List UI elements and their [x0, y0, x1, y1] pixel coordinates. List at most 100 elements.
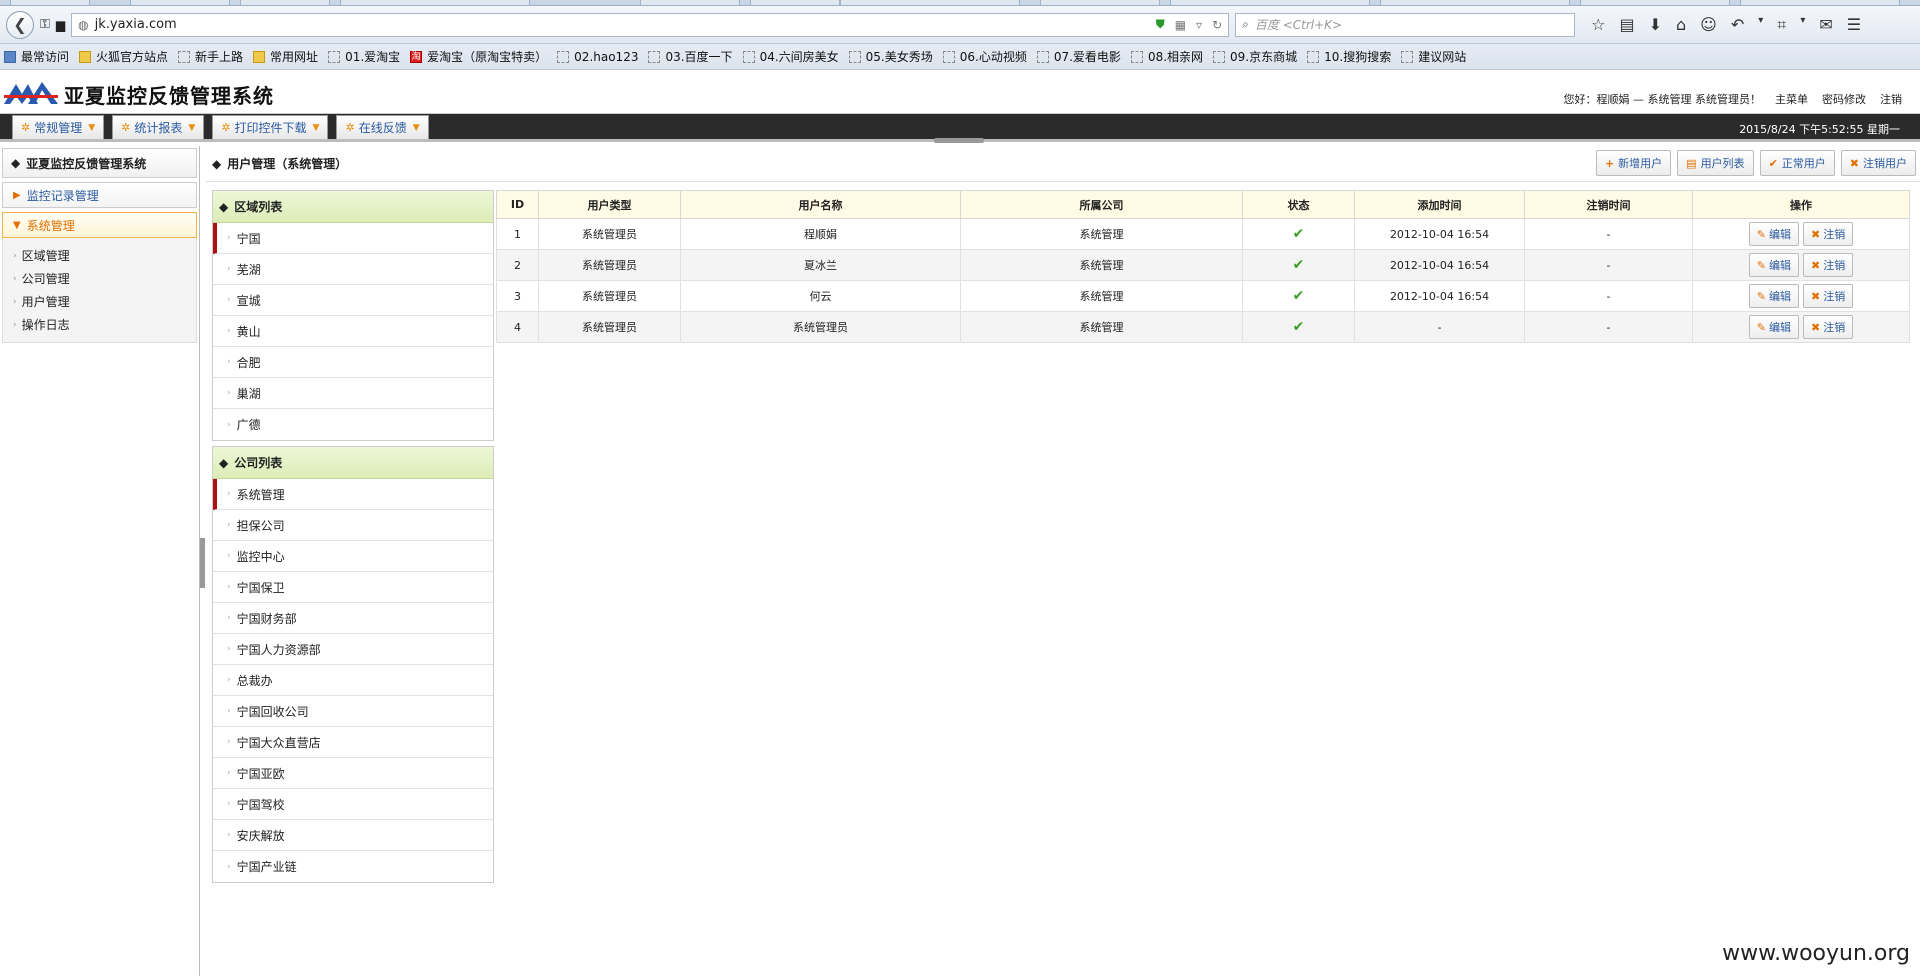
menu-general[interactable]: ✲ 常规管理 ▼: [12, 115, 105, 139]
browser-tab[interactable]: [1740, 0, 1900, 5]
browser-tab[interactable]: [340, 0, 530, 5]
bookmark-item[interactable]: 最常访问: [4, 48, 69, 65]
edit-button[interactable]: ✎ 编辑: [1748, 315, 1799, 339]
list-item[interactable]: › 宁国驾校: [213, 789, 493, 820]
menu-reports[interactable]: ✲ 统计报表 ▼: [112, 115, 205, 139]
list-item[interactable]: › 宁国人力资源部: [213, 634, 493, 665]
search-input[interactable]: ⌕ 百度 <Ctrl+K>: [1235, 12, 1576, 37]
list-item[interactable]: › 监控中心: [213, 541, 493, 572]
cancel-user-button[interactable]: ✖ 注销: [1803, 253, 1854, 277]
bookmark-item[interactable]: 05.美女秀场: [848, 48, 933, 65]
edit-button[interactable]: ✎ 编辑: [1748, 222, 1799, 246]
list-item[interactable]: › 宁国大众直营店: [213, 727, 493, 758]
horizontal-splitter-handle[interactable]: [934, 138, 984, 143]
table-row[interactable]: 4 系统管理员 系统管理员 系统管理 ✔ - - ✎ 编辑 ✖ 注销: [496, 311, 1910, 343]
sidebar-item[interactable]: › 用户管理: [3, 290, 196, 313]
list-item[interactable]: › 宁国保卫: [213, 572, 493, 603]
cancel-user-button[interactable]: ✖ 注销: [1803, 284, 1854, 308]
browser-tab[interactable]: [130, 0, 230, 5]
bookmark-item[interactable]: 08.相亲网: [1130, 48, 1203, 65]
browser-tab[interactable]: [1040, 0, 1160, 5]
list-item[interactable]: › 宁国产业链: [213, 851, 493, 882]
list-item[interactable]: › 宁国亚欧: [213, 758, 493, 789]
vertical-splitter-handle[interactable]: [200, 538, 205, 588]
list-item[interactable]: › 黄山: [213, 316, 493, 347]
list-item[interactable]: › 芜湖: [213, 254, 493, 285]
list-item[interactable]: › 担保公司: [213, 510, 493, 541]
bookmark-item[interactable]: 淘爱淘宝（原淘宝特卖）: [410, 48, 547, 65]
list-item[interactable]: › 宁国: [213, 223, 493, 254]
sidebar-group-system[interactable]: ▼ 系统管理: [2, 212, 197, 238]
bookmark-item[interactable]: 07.爱看电影: [1036, 48, 1121, 65]
star-icon[interactable]: ☆: [1591, 15, 1605, 35]
sidebar-item[interactable]: › 操作日志: [3, 313, 196, 336]
table-row[interactable]: 1 系统管理员 程顺娟 系统管理 ✔ 2012-10-04 16:54- ✎ 编辑 ✖ 注销: [496, 218, 1910, 250]
dropdown-icon[interactable]: ▿: [1196, 18, 1202, 32]
sidebar-item[interactable]: › 区域管理: [3, 244, 196, 267]
chevron-down-icon[interactable]: ▾: [1800, 15, 1805, 35]
reload-icon[interactable]: ↻: [1212, 18, 1222, 32]
bookmark-item[interactable]: 09.京东商城: [1213, 48, 1297, 65]
url-bar[interactable]: ◍ jk.yaxia.com ⛊ ▦ ▿ ↻: [71, 12, 1230, 37]
browser-tab[interactable]: [1580, 0, 1730, 5]
qr-icon[interactable]: ▦: [1175, 18, 1186, 32]
back-button[interactable]: ❮: [6, 10, 34, 39]
browser-tab[interactable]: [1170, 0, 1370, 5]
browser-tab[interactable]: [840, 0, 1020, 5]
crop-icon[interactable]: ⌗: [1777, 15, 1786, 35]
cancel-user-button[interactable]: ✖ 注销: [1803, 315, 1854, 339]
menu-print-control[interactable]: ✲ 打印控件下载 ▼: [212, 115, 329, 139]
table-row[interactable]: 2 系统管理员 夏冰兰 系统管理 ✔ 2012-10-04 16:54- ✎ 编辑 ✖ 注销: [496, 249, 1910, 281]
menu-feedback[interactable]: ✲ 在线反馈 ▼: [336, 115, 429, 139]
cancelled-users-button[interactable]: ✖ 注销用户: [1840, 150, 1916, 176]
list-item[interactable]: › 广德: [213, 409, 493, 440]
list-item[interactable]: › 安庆解放: [213, 820, 493, 851]
sidebar-group-monitoring[interactable]: ▶ 监控记录管理: [2, 182, 197, 208]
browser-tab[interactable]: [640, 0, 740, 5]
list-item[interactable]: › 巢湖: [213, 378, 493, 409]
browser-tab[interactable]: [10, 0, 90, 5]
bullet-icon: ◆: [219, 455, 229, 470]
bookmark-item[interactable]: 10.搜狗搜索: [1307, 48, 1391, 65]
table-row[interactable]: 3 系统管理员 何云 系统管理 ✔ 2012-10-04 16:54- ✎ 编辑 ✖ 注销: [496, 280, 1910, 312]
chevron-down-icon[interactable]: ▾: [1758, 15, 1763, 35]
bookmark-item[interactable]: 06.心动视频: [942, 48, 1027, 65]
reading-list-icon[interactable]: ▤: [1619, 15, 1634, 35]
main-menu-link[interactable]: 主菜单: [1775, 91, 1808, 107]
smiley-icon[interactable]: ☺: [1700, 15, 1717, 35]
bookmark-item[interactable]: 常用网址: [253, 48, 318, 65]
menu-icon[interactable]: ☰: [1847, 15, 1861, 35]
chat-icon[interactable]: ✉: [1819, 15, 1832, 35]
home-icon[interactable]: ⌂: [1676, 15, 1686, 35]
bookmark-item[interactable]: 01.爱淘宝: [328, 48, 400, 65]
undo-icon[interactable]: ↶: [1731, 15, 1744, 35]
download-icon[interactable]: ⬇: [1649, 15, 1662, 35]
logout-link[interactable]: 注销: [1880, 91, 1902, 107]
list-item[interactable]: › 宁国回收公司: [213, 696, 493, 727]
list-item[interactable]: › 宣城: [213, 285, 493, 316]
edit-button[interactable]: ✎ 编辑: [1748, 284, 1799, 308]
change-password-link[interactable]: 密码修改: [1822, 91, 1866, 107]
edit-button[interactable]: ✎ 编辑: [1748, 253, 1799, 277]
bookmark-item[interactable]: 火狐官方站点: [79, 48, 168, 65]
list-item[interactable]: › 宁国财务部: [213, 603, 493, 634]
url-text[interactable]: jk.yaxia.com: [95, 17, 1146, 32]
user-list-button[interactable]: ▤ 用户列表: [1677, 150, 1754, 176]
shield-icon[interactable]: ⛊: [1156, 17, 1165, 32]
active-users-button[interactable]: ✔ 正常用户: [1759, 150, 1835, 176]
bookmark-item[interactable]: 建议网站: [1401, 48, 1466, 65]
cancel-user-button[interactable]: ✖ 注销: [1803, 222, 1854, 246]
bookmark-item[interactable]: 03.百度一下: [648, 48, 733, 65]
sidebar-item[interactable]: › 公司管理: [3, 267, 196, 290]
bookmark-item[interactable]: 02.hao123: [557, 50, 638, 64]
list-item[interactable]: › 合肥: [213, 347, 493, 378]
key-icon[interactable]: ⚿: [40, 17, 50, 32]
browser-tab[interactable]: [240, 0, 330, 5]
add-user-button[interactable]: + 新增用户: [1595, 150, 1672, 176]
browser-tab[interactable]: [1380, 0, 1570, 5]
bookmark-item[interactable]: 04.六间房美女: [742, 48, 839, 65]
list-item[interactable]: › 总裁办: [213, 665, 493, 696]
list-item[interactable]: › 系统管理: [213, 479, 493, 510]
bookmark-item[interactable]: 新手上路: [178, 48, 243, 65]
browser-tab[interactable]: [750, 0, 840, 5]
